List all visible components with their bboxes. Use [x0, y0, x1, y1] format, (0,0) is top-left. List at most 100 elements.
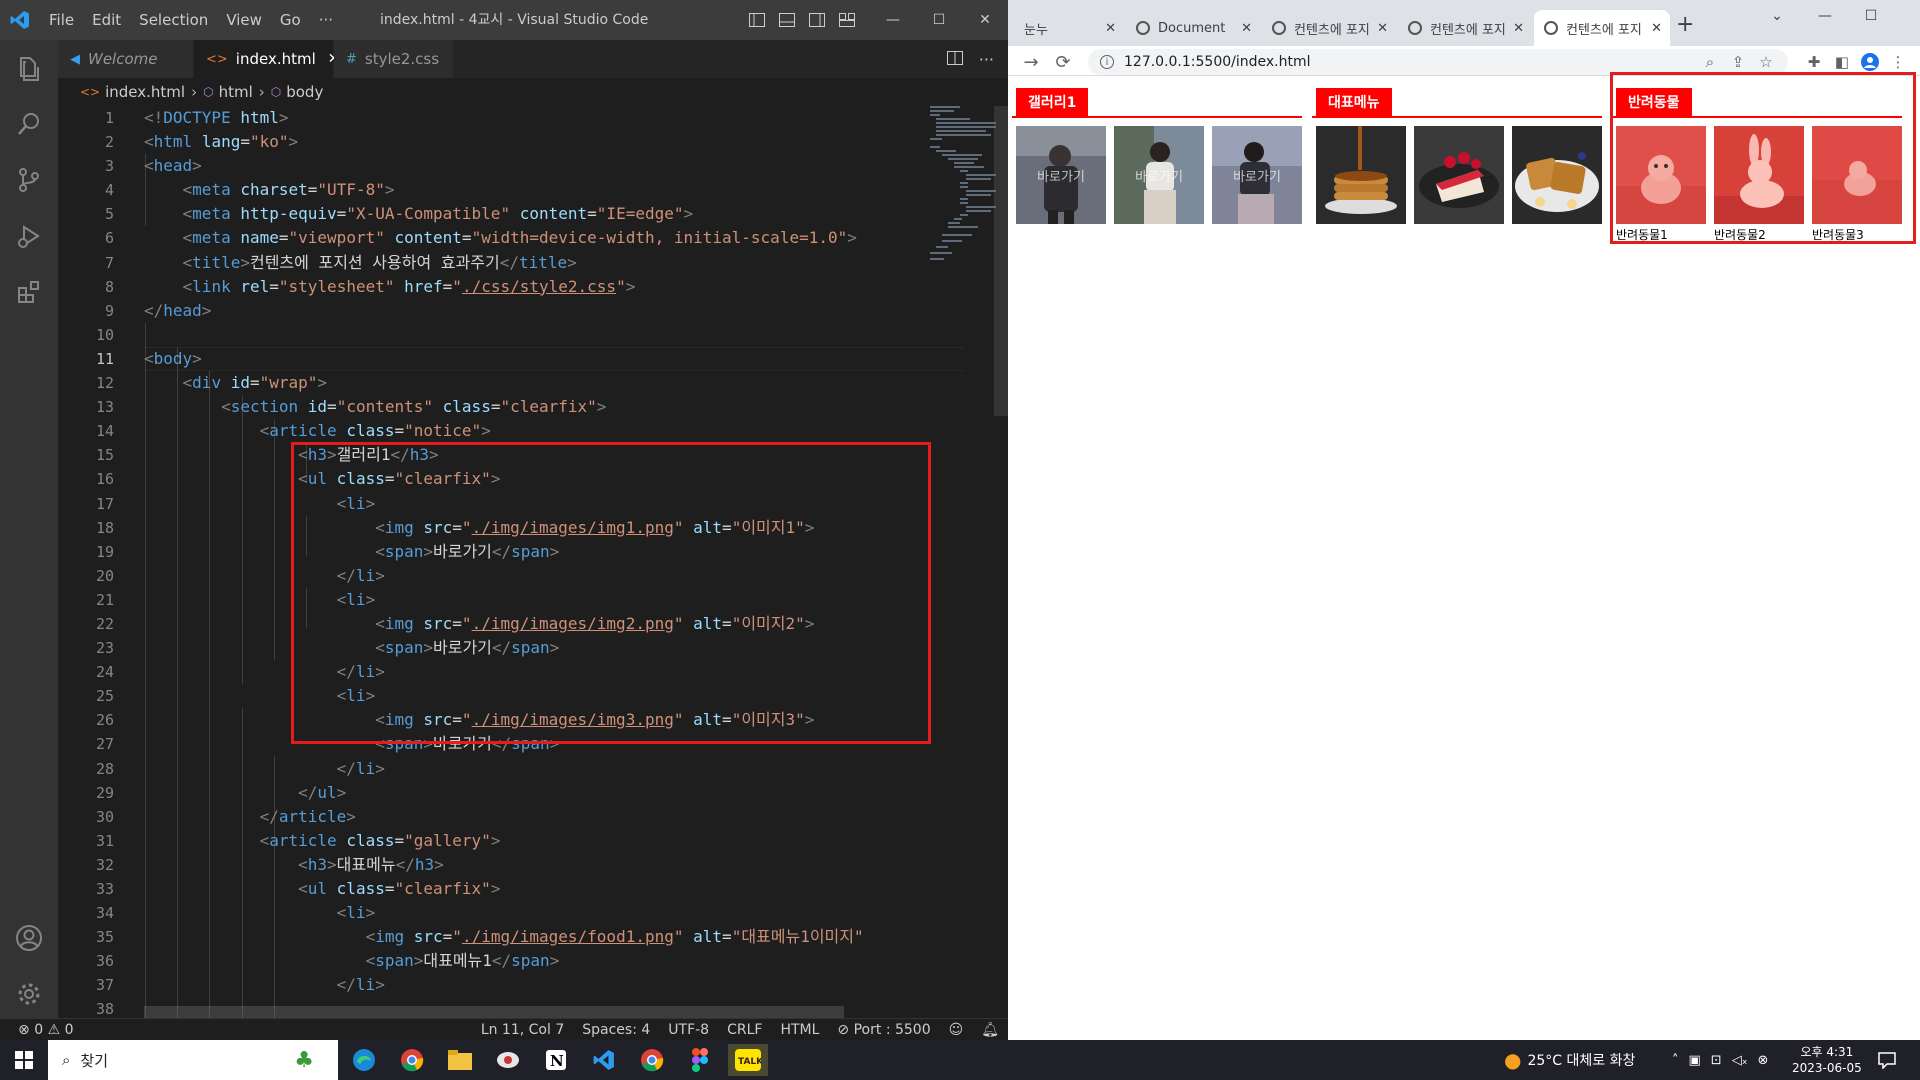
- forward-arrow-icon[interactable]: →: [1018, 49, 1044, 75]
- browser-tab[interactable]: 컨텐츠에 포지 ✕: [1262, 10, 1396, 46]
- tray-chevron-up-icon[interactable]: ˄: [1672, 1053, 1679, 1068]
- maximize-icon[interactable]: ☐: [916, 0, 962, 40]
- menu-selection[interactable]: Selection: [130, 0, 217, 40]
- menu-view[interactable]: View: [217, 0, 271, 40]
- vscode-taskbar-icon[interactable]: [584, 1044, 624, 1076]
- customize-layout-icon[interactable]: [832, 0, 862, 40]
- notion-icon[interactable]: N: [536, 1044, 576, 1076]
- edge-icon[interactable]: [344, 1044, 384, 1076]
- weather-text: 25°C 대체로 화창: [1527, 1053, 1636, 1069]
- new-tab-plus-icon[interactable]: +: [1676, 12, 1694, 37]
- tray-app-icon[interactable]: ▣: [1689, 1053, 1701, 1068]
- menu-edit[interactable]: Edit: [83, 0, 130, 40]
- code-link[interactable]: ./css/style2.css: [462, 277, 616, 296]
- menu-item[interactable]: [1316, 126, 1406, 224]
- reload-icon[interactable]: ⟳: [1050, 49, 1076, 75]
- feedback-icon[interactable]: ☺: [940, 1022, 973, 1038]
- code-token: "UTF-8": [317, 180, 385, 200]
- horizontal-scrollbar[interactable]: [144, 1006, 844, 1018]
- vscode-window: File Edit Selection View Go ··· index.ht…: [0, 0, 1008, 1040]
- browser-tab[interactable]: 눈누 ✕: [1014, 10, 1124, 46]
- gallery-item[interactable]: 바로가기: [1212, 126, 1302, 224]
- chrome-icon[interactable]: [632, 1044, 672, 1076]
- gallery-item[interactable]: 바로가기: [1114, 126, 1204, 224]
- maximize-icon[interactable]: ☐: [1848, 0, 1894, 32]
- globe-icon: [1544, 21, 1558, 35]
- svg-text:TALK: TALK: [738, 1057, 761, 1067]
- accounts-icon[interactable]: [0, 910, 58, 966]
- language-mode[interactable]: HTML: [771, 1022, 828, 1038]
- tab-welcome[interactable]: ◀ Welcome: [58, 40, 194, 78]
- network-icon[interactable]: ⊡: [1711, 1053, 1722, 1068]
- app-icon[interactable]: [488, 1044, 528, 1076]
- close-tab-icon[interactable]: ✕: [1105, 21, 1116, 36]
- tab-style2-css[interactable]: # style2.css: [334, 40, 454, 78]
- line-number: 20: [95, 566, 114, 585]
- tray-status-icon[interactable]: ⊗: [1757, 1053, 1768, 1068]
- run-debug-icon[interactable]: [0, 208, 58, 264]
- file-explorer-icon[interactable]: [440, 1044, 480, 1076]
- code-line: </article>: [259, 806, 356, 826]
- menu-more[interactable]: ···: [310, 0, 342, 40]
- activity-bar: [0, 40, 58, 1018]
- close-tab-icon[interactable]: ✕: [1377, 21, 1388, 36]
- live-server-status[interactable]: ⊘ Port : 5500: [828, 1022, 939, 1038]
- code-token: "notice": [404, 421, 482, 441]
- code-link[interactable]: ./img/images/food1.png: [462, 927, 674, 946]
- chrome-icon[interactable]: [392, 1044, 432, 1076]
- web-page: 갤러리1 바로가기 바로가기 바로가기 대표메뉴 반려동물 반려동물1 반려동물…: [1008, 72, 1920, 1040]
- windows-start-icon[interactable]: [0, 1040, 48, 1080]
- tab-index-html[interactable]: <> index.html ✕: [194, 40, 340, 78]
- site-info-icon[interactable]: i: [1100, 55, 1114, 69]
- taskbar-search[interactable]: ⌕ 찾기 ♣: [48, 1040, 338, 1080]
- problems-indicator[interactable]: ⊗ 0 ⚠ 0: [0, 1022, 83, 1038]
- close-tab-icon[interactable]: ✕: [1513, 21, 1524, 36]
- source-control-icon[interactable]: [0, 152, 58, 208]
- browser-tab[interactable]: 컨텐츠에 포지 ✕: [1398, 10, 1532, 46]
- code-token: "gallery": [404, 830, 491, 850]
- toggle-secondary-sidebar-icon[interactable]: [802, 0, 832, 40]
- search-icon[interactable]: [0, 96, 58, 152]
- notifications-bell-icon[interactable]: 🔔︎: [972, 1022, 1008, 1038]
- line-number: 1: [104, 109, 114, 127]
- minimap[interactable]: [926, 106, 996, 266]
- volume-muted-icon[interactable]: ◁ₓ: [1732, 1053, 1748, 1068]
- code-editor[interactable]: 1 2 3 4 5 6 7 8 9 10 11 12 13 14 15 16 1…: [58, 106, 1008, 1018]
- tab-search-chevron-icon[interactable]: ⌄: [1754, 0, 1800, 32]
- breadcrumb-body[interactable]: body: [286, 83, 323, 101]
- settings-gear-icon[interactable]: [0, 966, 58, 1022]
- code-token: section: [230, 397, 299, 417]
- more-actions-icon[interactable]: ···: [979, 50, 994, 69]
- close-tab-icon[interactable]: ✕: [1651, 21, 1662, 36]
- toggle-sidebar-icon[interactable]: [742, 0, 772, 40]
- breadcrumb-file[interactable]: index.html: [105, 83, 185, 101]
- menu-item[interactable]: [1414, 126, 1504, 224]
- code-token: meta: [192, 228, 231, 248]
- code-line: <li>: [336, 903, 376, 923]
- indentation[interactable]: Spaces: 4: [573, 1022, 659, 1038]
- minimize-icon[interactable]: —: [870, 0, 916, 40]
- menu-item[interactable]: [1512, 126, 1602, 224]
- browser-tab[interactable]: Document ✕: [1126, 10, 1260, 46]
- figma-icon[interactable]: [680, 1044, 720, 1076]
- clock[interactable]: 오후 4:31 2023-06-05: [1792, 1040, 1862, 1080]
- gallery-item[interactable]: 바로가기: [1016, 126, 1106, 224]
- cursor-position[interactable]: Ln 11, Col 7: [472, 1022, 573, 1038]
- toggle-panel-icon[interactable]: [772, 0, 802, 40]
- encoding[interactable]: UTF-8: [659, 1022, 718, 1038]
- vertical-scrollbar[interactable]: [994, 106, 1008, 416]
- close-tab-icon[interactable]: ✕: [1241, 21, 1252, 36]
- minimize-icon[interactable]: —: [1802, 0, 1848, 32]
- browser-tab-active[interactable]: 컨텐츠에 포지 ✕: [1534, 10, 1670, 46]
- split-editor-icon[interactable]: [946, 50, 963, 69]
- extensions-icon[interactable]: [0, 264, 58, 320]
- menu-go[interactable]: Go: [271, 0, 310, 40]
- notification-center-icon[interactable]: [1878, 1040, 1896, 1080]
- menu-file[interactable]: File: [40, 0, 83, 40]
- line-ending[interactable]: CRLF: [718, 1022, 771, 1038]
- kakaotalk-icon[interactable]: TALK: [728, 1044, 768, 1076]
- weather-widget[interactable]: ● 25°C 대체로 화창: [1504, 1040, 1635, 1080]
- explorer-icon[interactable]: [0, 40, 58, 96]
- close-window-icon[interactable]: ✕: [962, 0, 1008, 40]
- breadcrumb-html[interactable]: html: [219, 83, 253, 101]
